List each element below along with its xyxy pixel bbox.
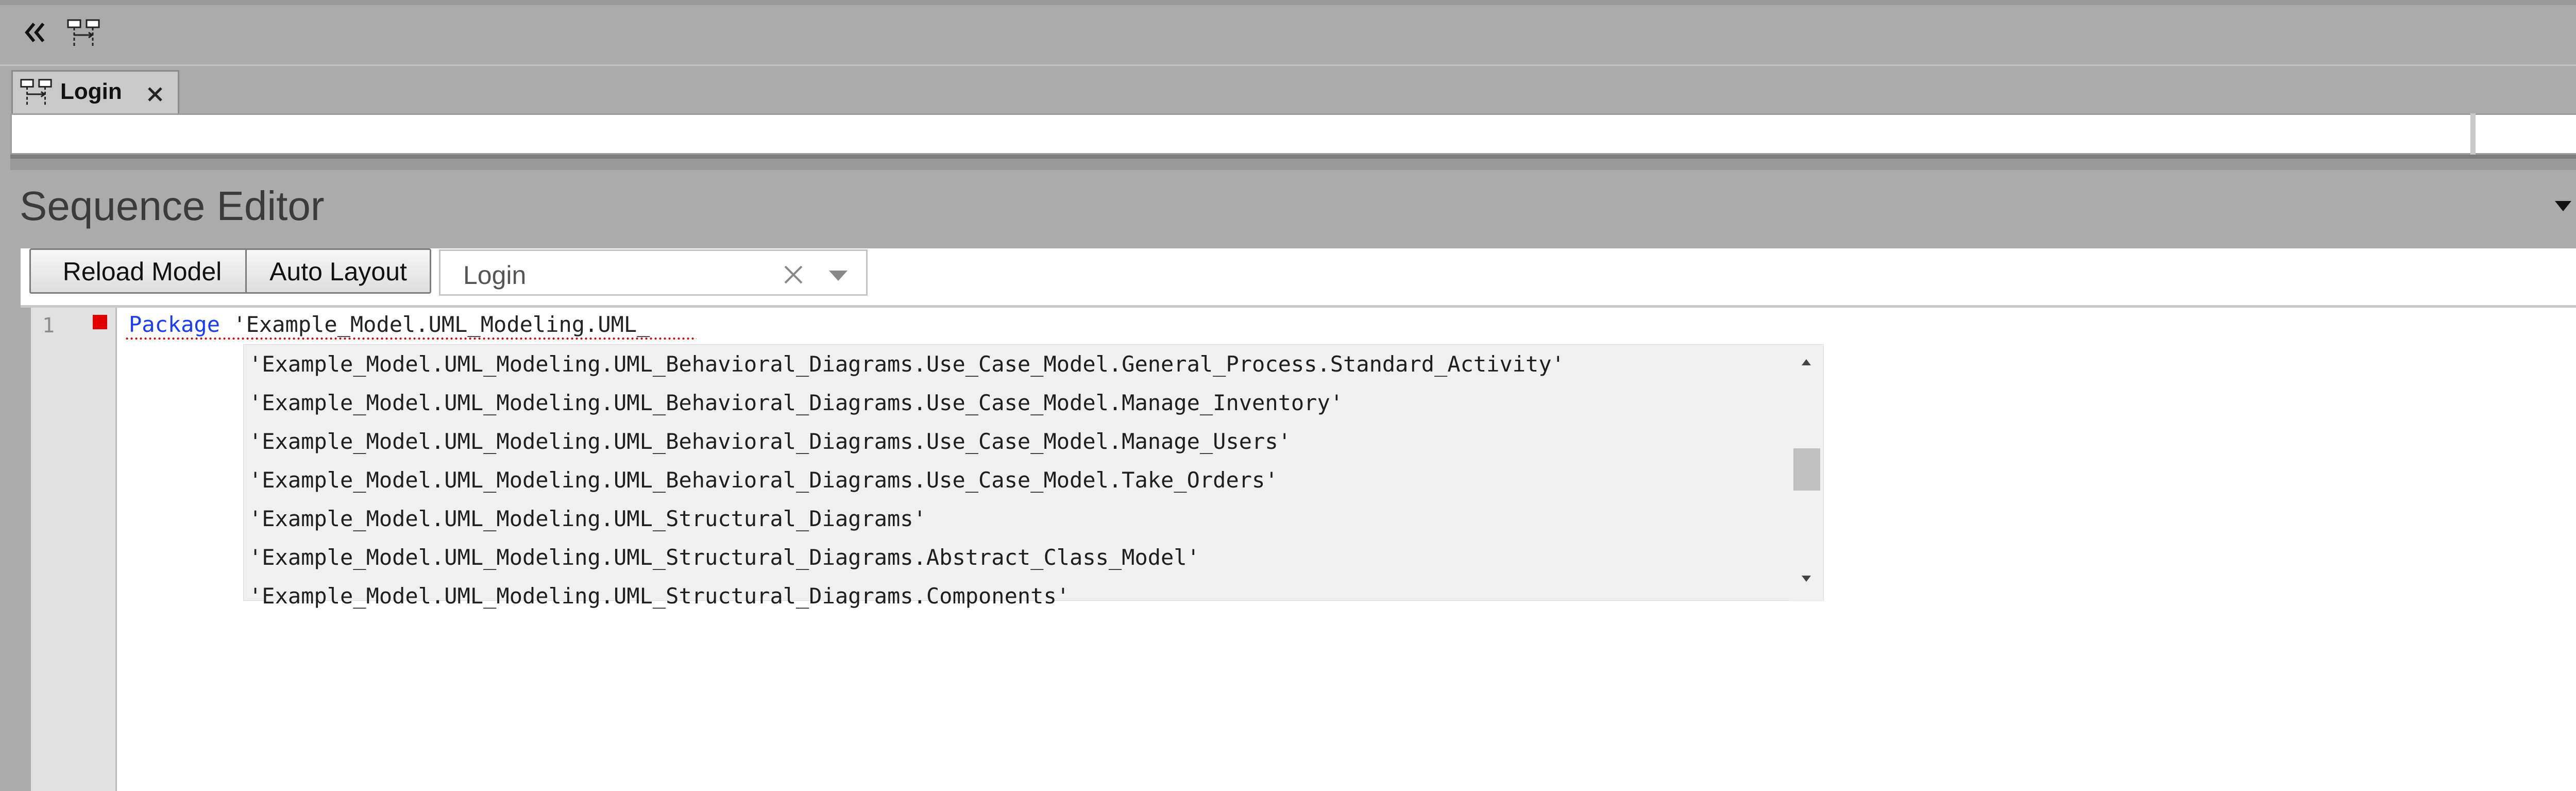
code-keyword: Package (129, 312, 221, 337)
tab-strip: Login (0, 64, 2576, 115)
sequence-select[interactable]: Login (439, 249, 868, 296)
autocomplete-item[interactable]: 'Example_Model.UML_Modeling.UML_Structur… (249, 538, 1565, 577)
sequence-select-value: Login (463, 261, 527, 290)
auto-layout-button[interactable]: Auto Layout (245, 248, 431, 294)
diagram-combo[interactable] (2476, 115, 2576, 153)
autocomplete-item[interactable]: 'Example_Model.UML_Modeling.UML_Behavior… (249, 422, 1565, 461)
line-number: 1 (42, 314, 55, 338)
sequence-diagram-icon[interactable] (66, 19, 102, 47)
autocomplete-item[interactable]: 'Example_Model.UML_Modeling.UML_Behavior… (249, 383, 1565, 422)
autocomplete-item[interactable]: 'Example_Model.UML_Modeling.UML_Structur… (249, 577, 1565, 615)
autocomplete-list: 'Example_Model.UML_Modeling.UML_Behavior… (249, 345, 1565, 615)
double-chevron-left-icon[interactable] (23, 21, 46, 44)
tab-login[interactable]: Login (11, 70, 179, 115)
autocomplete-item[interactable]: 'Example_Model.UML_Modeling.UML_Behavior… (249, 461, 1565, 499)
close-icon[interactable] (147, 86, 163, 103)
tab-label: Login (60, 79, 122, 104)
divider (2470, 113, 2476, 155)
autocomplete-popup: 'Example_Model.UML_Modeling.UML_Behavior… (243, 344, 1824, 609)
panel-title: Sequence Editor (20, 183, 325, 229)
clear-icon[interactable] (783, 264, 804, 285)
scroll-down-icon[interactable] (1801, 575, 1812, 583)
autocomplete-item[interactable]: 'Example_Model.UML_Modeling.UML_Behavior… (249, 345, 1565, 383)
scroll-up-icon[interactable] (1801, 358, 1812, 366)
pane-splitter[interactable] (10, 155, 2576, 170)
scroll-thumb[interactable] (1793, 448, 1820, 491)
editor-gutter[interactable]: 1 (31, 308, 117, 791)
code-line[interactable]: Package 'Example_Model.UML_Modeling.UML_ (129, 312, 650, 337)
autocomplete-item[interactable]: 'Example_Model.UML_Modeling.UML_Structur… (249, 499, 1565, 538)
autocomplete-scrollbar[interactable] (1789, 345, 1823, 601)
top-toolbar (0, 0, 2576, 64)
reload-model-button[interactable]: Reload Model (29, 248, 255, 294)
sequence-diagram-icon (19, 78, 54, 107)
code-string: 'Example_Model.UML_Modeling.UML_ (233, 312, 650, 337)
editor-toolbar: Reload Model Auto Layout Login (21, 248, 2576, 305)
chevron-down-icon[interactable] (828, 270, 849, 282)
chevron-down-icon[interactable] (2554, 200, 2572, 212)
error-underline (125, 337, 697, 340)
diagram-filter-bar[interactable] (10, 113, 2576, 155)
breakpoint-marker[interactable] (93, 315, 107, 329)
